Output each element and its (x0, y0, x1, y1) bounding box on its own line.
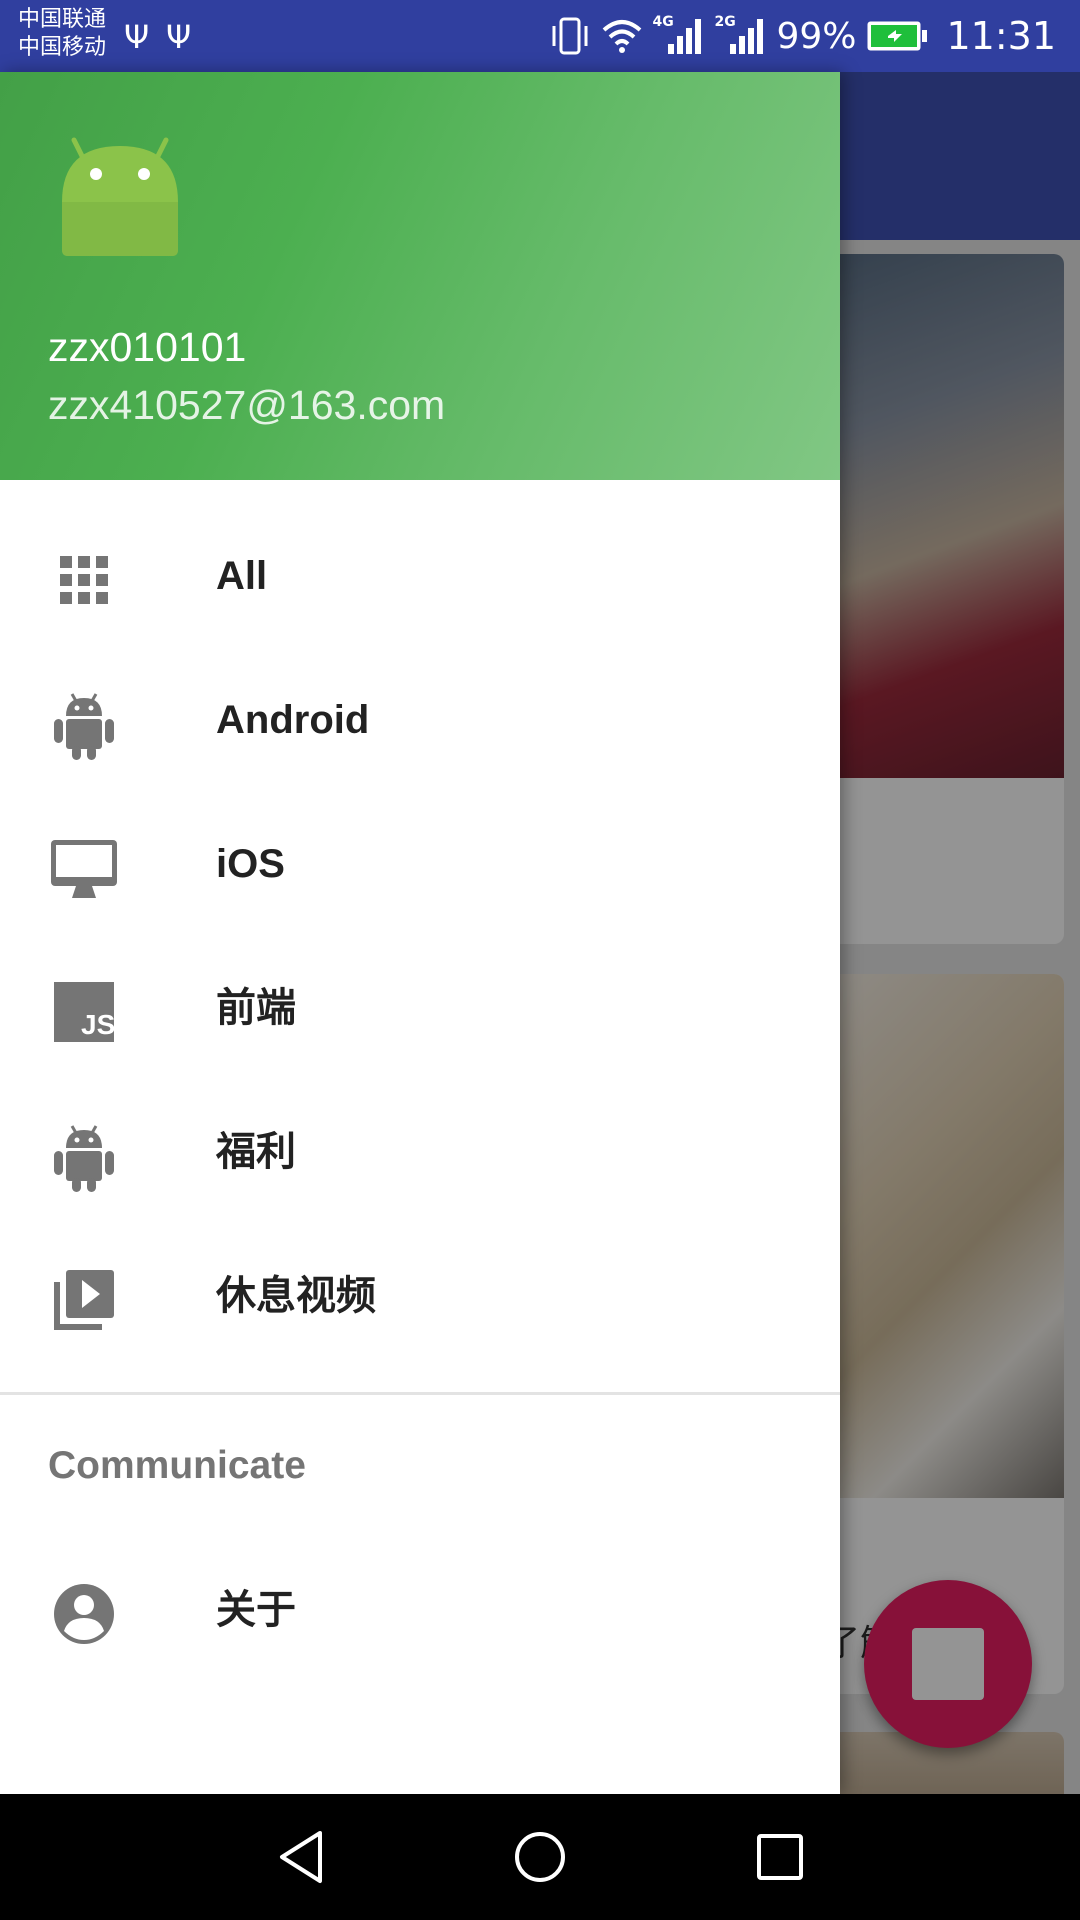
menu-item-label: 前端 (216, 986, 296, 1030)
menu-item-label: 福利 (216, 1130, 296, 1174)
system-nav-bar (0, 1794, 1080, 1920)
menu-item-label: iOS (216, 842, 285, 886)
android-avatar-icon (62, 137, 178, 256)
battery-percent: 99% (776, 15, 857, 57)
svg-text:JS: JS (81, 1009, 115, 1040)
navigation-drawer: zzx010101 zzx410527@163.com All Android … (0, 72, 840, 1794)
android-icon (54, 693, 114, 760)
menu-item-label: Android (216, 698, 370, 742)
menu-item-label: 休息视频 (216, 1274, 376, 1318)
user-name: zzx010101 (48, 324, 247, 370)
usb-icon: Ψ (124, 18, 150, 56)
menu-item-welfare[interactable]: 福利 (0, 1080, 840, 1224)
menu-item-all[interactable]: All (0, 504, 840, 648)
wifi-icon (603, 20, 642, 53)
menu-divider (0, 1392, 840, 1395)
carrier-info: 中国联通 中国移动 (18, 6, 106, 62)
signal-2-icon: 2G (714, 14, 766, 56)
desktop-mac-icon (51, 840, 117, 898)
vibrate-icon (552, 17, 588, 55)
home-icon[interactable] (510, 1827, 570, 1887)
android-icon (54, 1125, 114, 1192)
carrier-1: 中国联通 (18, 7, 107, 32)
menu-item-label: 关于 (216, 1588, 296, 1632)
usb-icon: Ψ (166, 18, 192, 56)
battery-icon (867, 21, 928, 51)
carrier-2: 中国移动 (18, 35, 107, 60)
menu-item-label: All (216, 554, 268, 598)
drawer-header: zzx010101 zzx410527@163.com (0, 72, 840, 480)
video-library-icon (54, 1270, 114, 1330)
menu-item-frontend[interactable]: JS 前端 (0, 936, 840, 1080)
status-icons: 4G 2G 99% 11:31 (548, 10, 1056, 62)
menu-item-videos[interactable]: 休息视频 (0, 1224, 840, 1368)
back-icon[interactable] (272, 1827, 332, 1887)
menu-item-about[interactable]: 关于 (0, 1538, 840, 1682)
user-email: zzx410527@163.com (48, 382, 446, 428)
recents-icon[interactable] (750, 1827, 810, 1887)
menu-item-ios[interactable]: iOS (0, 792, 840, 936)
clock: 11:31 (946, 14, 1056, 58)
account-circle-icon (54, 1584, 114, 1644)
menu-item-android[interactable]: Android (0, 648, 840, 792)
javascript-icon: JS (54, 982, 115, 1042)
section-header-communicate: Communicate (48, 1444, 306, 1487)
apps-grid-icon (60, 556, 108, 604)
status-bar: 中国联通 中国移动 Ψ Ψ 4G 2G 99% 11:31 (0, 0, 1080, 72)
signal-1-icon: 4G (652, 14, 704, 56)
